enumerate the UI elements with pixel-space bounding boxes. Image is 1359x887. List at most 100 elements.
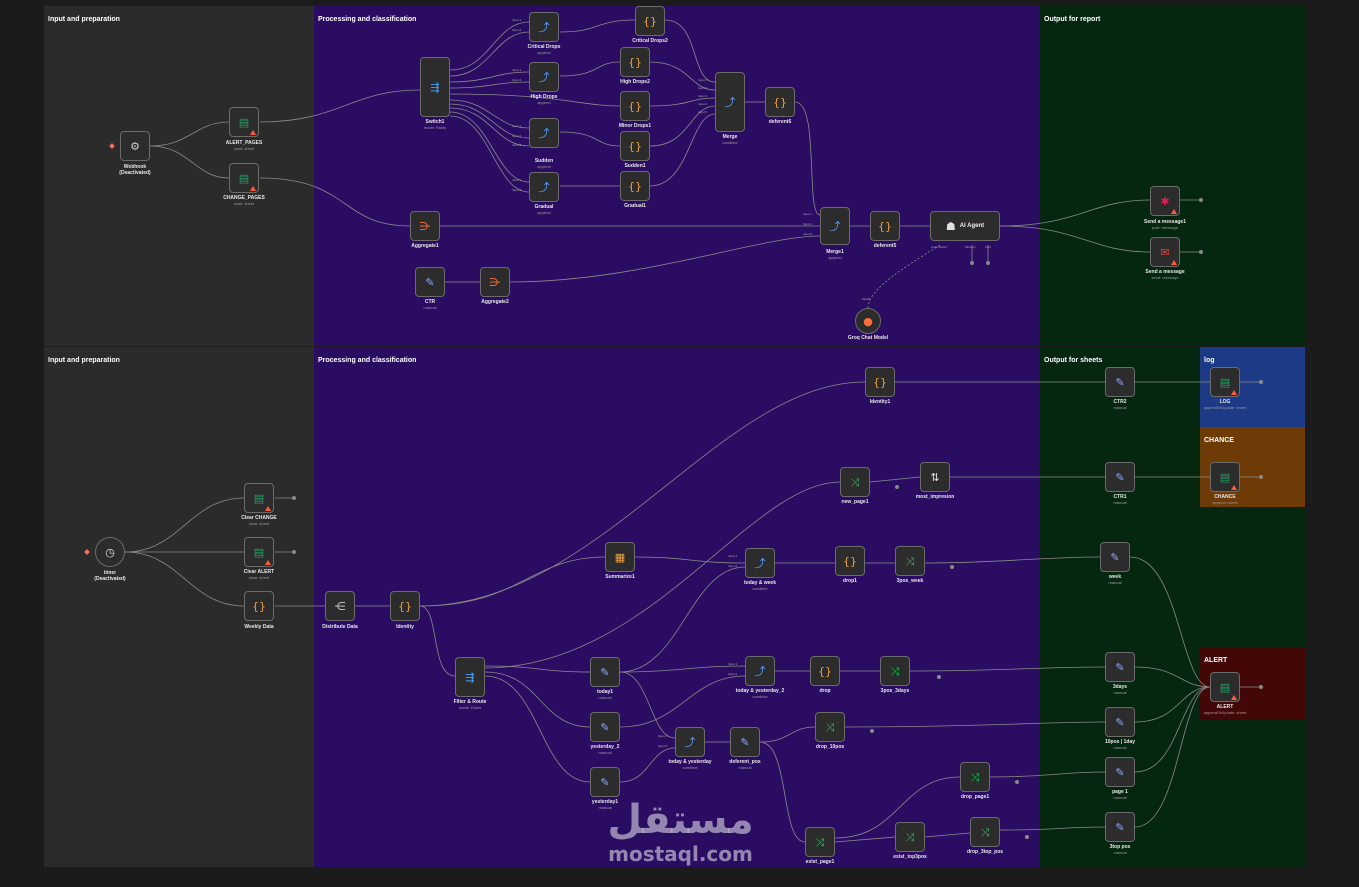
ai-agent-node[interactable]: ☗ AI Agent: [930, 211, 1000, 241]
exist-page1-node[interactable]: ⤨: [805, 827, 835, 857]
gradual-node[interactable]: ⤴: [529, 172, 559, 202]
clear-alert-node[interactable]: ▤: [244, 537, 274, 567]
week-node[interactable]: ✎: [1100, 542, 1130, 572]
node-sub: manual: [738, 765, 752, 770]
chance-node[interactable]: ▤: [1210, 462, 1240, 492]
3pos-week-node[interactable]: ⤨: [895, 546, 925, 576]
connector-endpoint[interactable]: [895, 485, 899, 489]
merge-icon: ⤴: [724, 95, 736, 109]
connector-endpoint[interactable]: [1015, 780, 1019, 784]
filter-route-node[interactable]: ⇶: [455, 657, 485, 697]
10pos-1day-node[interactable]: ✎: [1105, 707, 1135, 737]
webhook-node[interactable]: ⚙: [120, 131, 150, 161]
change-pages-node[interactable]: ▤: [229, 163, 259, 193]
alert-node[interactable]: ▤: [1210, 672, 1240, 702]
clear-change-node[interactable]: ▤: [244, 483, 274, 513]
connector-endpoint[interactable]: [1199, 250, 1203, 254]
drop-page1-node[interactable]: ⤨: [960, 762, 990, 792]
port-label: Input 2: [512, 188, 522, 192]
slack-node[interactable]: ✱: [1150, 186, 1180, 216]
switch1-node[interactable]: ⇶: [420, 57, 450, 117]
sudden-node[interactable]: ⤴: [529, 118, 559, 148]
drop1-node[interactable]: {}: [835, 546, 865, 576]
gmail-icon: ✉: [1160, 245, 1170, 259]
node-sub: manual: [1113, 795, 1127, 800]
deferent6-node[interactable]: {}: [765, 87, 795, 117]
page1-node[interactable]: ✎: [1105, 757, 1135, 787]
drop-10pos-node[interactable]: ⤨: [815, 712, 845, 742]
exist-top3pos-node[interactable]: ⤨: [895, 822, 925, 852]
sticky-input-top[interactable]: Input and preparation: [44, 6, 314, 346]
aggregate2-node[interactable]: ⋺: [480, 267, 510, 297]
google-sheets-icon: ▤: [1219, 470, 1231, 484]
connector-endpoint[interactable]: [1259, 475, 1263, 479]
gmail-node[interactable]: ✉: [1150, 237, 1180, 267]
connector-endpoint[interactable]: [1025, 835, 1029, 839]
deferent-pos-node[interactable]: ✎: [730, 727, 760, 757]
weekly-data-node[interactable]: {}: [244, 591, 274, 621]
log-node[interactable]: ▤: [1210, 367, 1240, 397]
today-yesterday2-node[interactable]: ⤴: [745, 656, 775, 686]
connector-endpoint[interactable]: [986, 261, 990, 265]
timer-node[interactable]: ◷: [95, 537, 125, 567]
node-sub: append: [537, 100, 551, 105]
connector-endpoint[interactable]: [292, 496, 296, 500]
deferent5-node[interactable]: {}: [870, 211, 900, 241]
connector-endpoint[interactable]: [1259, 380, 1263, 384]
summarize1-node[interactable]: ▦: [605, 542, 635, 572]
sticky-title: Output for sheets: [1044, 357, 1103, 364]
connector-endpoint[interactable]: [950, 565, 954, 569]
code-icon: {}: [628, 99, 642, 113]
node-sub: manual: [1108, 580, 1122, 585]
sticky-title: Input and preparation: [48, 357, 120, 364]
ctr-node[interactable]: ✎: [415, 267, 445, 297]
drop-3top-pos-node[interactable]: ⤨: [970, 817, 1000, 847]
identity1-node[interactable]: {}: [865, 367, 895, 397]
new-page1-node[interactable]: ⤨: [840, 467, 870, 497]
connector-endpoint[interactable]: [937, 675, 941, 679]
critical-drops-node[interactable]: ⤴: [529, 12, 559, 42]
distribute-data-node[interactable]: ⋲: [325, 591, 355, 621]
sticky-output-report[interactable]: Output for report: [1040, 6, 1305, 346]
filter-icon: ⤨: [815, 835, 825, 849]
port-label: Input 1: [658, 734, 668, 738]
3top-pos-node[interactable]: ✎: [1105, 812, 1135, 842]
most-impression-node[interactable]: ⇅: [920, 462, 950, 492]
minor-drops1-node[interactable]: {}: [620, 91, 650, 121]
connector-endpoint[interactable]: [870, 729, 874, 733]
high-drops2-node[interactable]: {}: [620, 47, 650, 77]
port-label: Input 3: [698, 94, 708, 98]
alert-pages-node[interactable]: ▤: [229, 107, 259, 137]
edit-icon: ✎: [1115, 375, 1125, 389]
connector-endpoint[interactable]: [970, 261, 974, 265]
connector-endpoint[interactable]: [1199, 198, 1203, 202]
connector-endpoint[interactable]: [1259, 685, 1263, 689]
today-yesterday-node[interactable]: ⤴: [675, 727, 705, 757]
yesterday2-node[interactable]: ✎: [590, 712, 620, 742]
ctr1-node[interactable]: ✎: [1105, 462, 1135, 492]
watermark-logo: مستقل: [607, 797, 754, 843]
identity-node[interactable]: {}: [390, 591, 420, 621]
critical-drops2-node[interactable]: {}: [635, 6, 665, 36]
sticky-processing-bottom[interactable]: Processing and classification: [314, 347, 1040, 867]
gradual1-node[interactable]: {}: [620, 171, 650, 201]
sudden1-node[interactable]: {}: [620, 131, 650, 161]
code-icon: {}: [628, 139, 642, 153]
merge1-node[interactable]: ⤴: [820, 207, 850, 245]
watermark-text: mostaql.com: [608, 842, 753, 866]
groq-node[interactable]: ●: [855, 308, 881, 334]
yesterday1-node[interactable]: ✎: [590, 767, 620, 797]
workflow-canvas[interactable]: Input and preparation Processing and cla…: [0, 0, 1359, 887]
port-label: Memory: [965, 245, 976, 249]
today1-node[interactable]: ✎: [590, 657, 620, 687]
today-week-node[interactable]: ⤴: [745, 548, 775, 578]
ctr2-node[interactable]: ✎: [1105, 367, 1135, 397]
aggregate1-node[interactable]: ⋺: [410, 211, 440, 241]
sticky-title: Processing and classification: [318, 16, 417, 23]
high-drops-node[interactable]: ⤴: [529, 62, 559, 92]
3days-node[interactable]: ✎: [1105, 652, 1135, 682]
drop-node[interactable]: {}: [810, 656, 840, 686]
3pos-3days-node[interactable]: ⤨: [880, 656, 910, 686]
port-label: Input 5: [698, 110, 708, 114]
connector-endpoint[interactable]: [292, 550, 296, 554]
